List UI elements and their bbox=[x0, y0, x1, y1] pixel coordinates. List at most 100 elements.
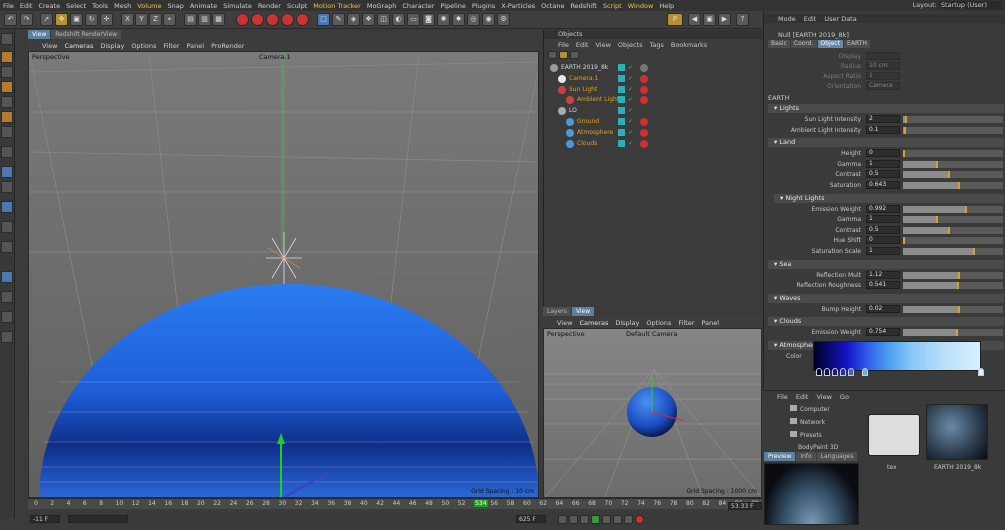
section-waves[interactable]: ▾ Waves bbox=[768, 293, 1004, 303]
param-row[interactable]: Ambient Light Intensity 0.1 bbox=[772, 125, 1004, 135]
object-name[interactable]: Camera.1 bbox=[569, 74, 598, 84]
section-clouds[interactable]: ▾ Clouds bbox=[768, 317, 1004, 327]
points-mode-icon[interactable] bbox=[1, 81, 13, 93]
param-row[interactable]: Reflection Mult 1.12 bbox=[772, 270, 1004, 280]
param-slider[interactable] bbox=[903, 329, 1003, 337]
param-row[interactable]: Saturation Scale 1 bbox=[772, 247, 1004, 256]
workplane-icon[interactable] bbox=[1, 201, 13, 213]
browser-menu-view[interactable]: View bbox=[816, 393, 831, 401]
tweak-icon[interactable] bbox=[1, 166, 13, 178]
menu-mograph[interactable]: MoGraph bbox=[367, 2, 397, 10]
vp-menu-cameras[interactable]: Cameras bbox=[64, 42, 93, 50]
sort-icon[interactable] bbox=[570, 51, 579, 59]
menu-sculpt[interactable]: Sculpt bbox=[287, 2, 307, 10]
browser-menu-edit[interactable]: Edit bbox=[796, 393, 809, 401]
param-row[interactable]: Emission Weight 0.754 bbox=[772, 328, 1004, 337]
vp2-menu-filter[interactable]: Filter bbox=[678, 319, 694, 327]
visibility-icon[interactable] bbox=[618, 107, 625, 115]
folder-icon[interactable] bbox=[868, 414, 920, 456]
vp-menu-filter[interactable]: Filter bbox=[163, 42, 179, 50]
param-value-field[interactable]: 0.541 bbox=[866, 281, 900, 290]
param-slider[interactable] bbox=[903, 182, 1003, 189]
vp2-menu-view[interactable]: View bbox=[557, 319, 572, 327]
pen-icon[interactable]: ✎ bbox=[332, 13, 345, 26]
rotation-key-icon[interactable] bbox=[296, 13, 309, 26]
object-name[interactable]: EARTH 2019_8k bbox=[561, 63, 608, 73]
menu-motion-tracker[interactable]: Motion Tracker bbox=[313, 2, 361, 10]
light-icon[interactable]: ✺ bbox=[437, 13, 450, 26]
tab-object[interactable]: Object bbox=[817, 40, 844, 48]
prev-layout-icon[interactable]: ◀ bbox=[688, 13, 701, 26]
prev-frame-icon[interactable] bbox=[580, 515, 589, 524]
menu-redshift[interactable]: Redshift bbox=[570, 2, 596, 10]
browser-menu-go[interactable]: Go bbox=[840, 393, 849, 401]
secondary-viewport[interactable]: Perspective Default Camera Grid Spacing … bbox=[543, 328, 762, 498]
visibility-icon[interactable] bbox=[618, 64, 625, 71]
param-slider[interactable] bbox=[903, 171, 1003, 179]
last-frame-icon[interactable] bbox=[624, 515, 633, 524]
param-slider[interactable] bbox=[903, 160, 1003, 168]
menu-mesh[interactable]: Mesh bbox=[114, 2, 131, 10]
vp2-menu-cameras[interactable]: Cameras bbox=[579, 319, 608, 327]
param-slider[interactable] bbox=[903, 248, 1003, 255]
visibility-icon[interactable] bbox=[618, 118, 625, 125]
redshift-icon[interactable]: ◉ bbox=[482, 13, 495, 26]
subdivision-icon[interactable]: ◈ bbox=[347, 13, 360, 26]
tab-earth[interactable]: EARTH bbox=[844, 40, 870, 48]
layout-selector[interactable]: Layout: Startup (User) bbox=[913, 1, 1001, 9]
vp-menu-prorender[interactable]: ProRender bbox=[211, 42, 244, 50]
attr-menu-mode[interactable]: Mode bbox=[778, 15, 796, 23]
atmosphere-color-gradient[interactable] bbox=[813, 341, 981, 371]
section-night[interactable]: ▾ Night Lights bbox=[774, 193, 1004, 203]
brush-icon[interactable] bbox=[1, 311, 13, 323]
enabled-check-icon[interactable]: ✓ bbox=[628, 95, 633, 105]
tab-view[interactable]: View bbox=[28, 30, 51, 39]
object-name[interactable]: Ground bbox=[577, 117, 599, 127]
param-value-field[interactable]: 1 bbox=[866, 159, 900, 168]
param-value-field[interactable]: 0 bbox=[866, 236, 900, 245]
menu-character[interactable]: Character bbox=[402, 2, 434, 10]
first-frame-icon[interactable] bbox=[558, 515, 567, 524]
object-row[interactable]: Camera.1 ✓ bbox=[544, 74, 764, 84]
object-row[interactable]: EARTH 2019_8k ✓ bbox=[544, 63, 764, 73]
prev-key-icon[interactable] bbox=[569, 515, 578, 524]
visibility-icon[interactable] bbox=[618, 128, 625, 136]
deformer-icon[interactable]: ◫ bbox=[377, 13, 390, 26]
param-slider[interactable] bbox=[903, 282, 1003, 290]
main-viewport[interactable]: Perspective Camera.1 Grid Spacing : 10 c… bbox=[28, 51, 539, 498]
psr-icon[interactable]: P bbox=[667, 13, 683, 26]
gradient-knot-icon[interactable] bbox=[840, 368, 846, 376]
tab-view2[interactable]: View bbox=[571, 307, 595, 316]
param-row[interactable]: Contrast 0.5 bbox=[772, 225, 1004, 235]
enabled-check-icon[interactable]: ✓ bbox=[628, 63, 633, 73]
section-land[interactable]: ▾ Land bbox=[768, 138, 1004, 148]
menu-script[interactable]: Script bbox=[603, 2, 622, 10]
attr-menu-edit[interactable]: Edit bbox=[804, 15, 817, 23]
param-slider[interactable] bbox=[903, 116, 1003, 123]
menu-tools[interactable]: Tools bbox=[92, 2, 108, 10]
help-icon[interactable]: ? bbox=[736, 13, 749, 26]
gradient-knot-icon[interactable] bbox=[862, 368, 868, 376]
param-row[interactable]: Reflection Roughness 0.541 bbox=[772, 281, 1004, 290]
record-icon[interactable] bbox=[635, 515, 644, 524]
material-tag-icon[interactable] bbox=[640, 128, 648, 137]
edges-mode-icon[interactable] bbox=[1, 96, 13, 108]
menu-snap[interactable]: Snap bbox=[167, 2, 183, 10]
menu-animate[interactable]: Animate bbox=[190, 2, 217, 10]
browser-menu-file[interactable]: File bbox=[777, 393, 788, 401]
param-row[interactable]: Gamma 1 bbox=[772, 215, 1004, 224]
tree-item-network[interactable]: Network bbox=[790, 418, 825, 426]
layout-icon[interactable]: ▣ bbox=[703, 13, 716, 26]
render-settings-icon[interactable]: ▥ bbox=[198, 13, 211, 26]
floor-icon[interactable]: ▭ bbox=[407, 13, 420, 26]
enabled-check-icon[interactable]: ✓ bbox=[628, 128, 633, 138]
gradient-knot-icon[interactable] bbox=[816, 368, 822, 376]
enabled-check-icon[interactable]: ✓ bbox=[628, 106, 633, 116]
uv-mode-icon[interactable] bbox=[1, 126, 13, 138]
make-editable-icon[interactable] bbox=[1, 33, 13, 45]
visibility-icon[interactable] bbox=[618, 139, 625, 147]
start-frame-field[interactable]: -11 F bbox=[30, 515, 60, 523]
move-tool-icon[interactable]: ✛ bbox=[100, 13, 113, 26]
gradient-knot-icon[interactable] bbox=[978, 368, 984, 376]
param-slider[interactable] bbox=[903, 237, 1003, 245]
